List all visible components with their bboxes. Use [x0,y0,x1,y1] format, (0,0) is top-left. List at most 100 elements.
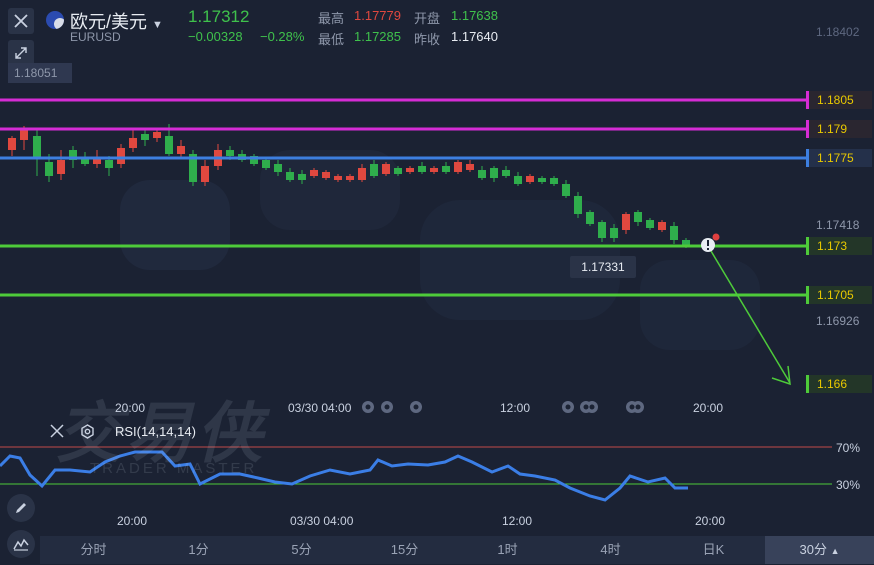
price-tag-179[interactable]: 1.179 [806,120,872,138]
time-axis-bottom-label: 20:00 [117,514,148,528]
candle-body [382,164,390,174]
candle-body [646,220,654,228]
candle-body [129,138,137,148]
candle-body [526,176,534,182]
last-price-tooltip: 1.17331 [570,256,636,278]
alert-badge-dot [712,233,720,241]
candle-body [562,184,570,196]
rsi-upper-label: 70% [836,441,861,455]
time-axis-bottom-label: 12:00 [502,514,533,528]
candle-body [394,168,402,174]
time-axis-top-label: 20:00 [693,401,724,415]
candle-body [334,176,342,180]
candle-body [418,166,426,172]
close-button[interactable] [8,8,34,34]
candle-body [430,168,438,172]
timeframe-tab[interactable]: 5分 [250,536,353,564]
timeframe-tab[interactable]: 4时 [559,536,662,564]
time-axis-bottom-label: 03/30 04:00 [290,514,354,528]
flag-icon [46,11,64,29]
timeframe-tab[interactable]: 分时 [40,536,147,564]
candle-body [406,168,414,172]
price-tag-166[interactable]: 1.166 [806,375,872,393]
prev-close-label: 昨收 [414,32,441,47]
candle-body [45,162,53,176]
pair-name: 欧元/美元 [70,12,148,32]
candle-body [117,148,125,164]
last-price: 1.17312 [188,7,250,26]
candle-body [490,168,498,178]
price-axis-mid-2: 1.16926 [816,314,860,328]
price-change-pct: −0.28% [260,29,305,44]
close-icon [14,14,28,28]
price-tag-173[interactable]: 1.173 [806,237,872,255]
candle-body [370,164,378,176]
price-axis-mid-1: 1.17418 [816,218,860,232]
candle-body [550,178,558,184]
low-value: 1.17285 [354,29,401,44]
candle-body [478,170,486,178]
high-label: 最高 [318,11,345,26]
draw-tool-button[interactable] [7,494,35,522]
candle-body [141,134,149,140]
crosshair-price-tag: 1.18051 [8,63,72,83]
candle-body [670,226,678,240]
candle-body [658,222,666,230]
timeframe-bar: 分时 1分 5分 15分 1时 4时 日K 30分 ▲ [40,536,874,564]
timeframe-tab[interactable]: 15分 [353,536,456,564]
chevron-up-icon: ▲ [830,546,840,556]
candle-body [514,176,522,184]
time-axis-bottom-label: 20:00 [695,514,726,528]
candle-body [442,166,450,172]
candle-body [634,212,642,222]
candle-body [622,214,630,230]
high-value: 1.17779 [354,8,401,23]
prev-close-value: 1.17640 [451,29,498,44]
candle-body [20,130,28,140]
price-tag-1805[interactable]: 1.1805 [806,91,872,109]
candle-body [33,136,41,158]
candle-body [346,176,354,180]
time-axis-top-label: 03/30 04:00 [288,401,352,415]
watermark-subtitle: TRADER MASTER [90,460,258,477]
candle-body [574,196,582,214]
candle-body [165,136,173,154]
price-tag-1705[interactable]: 1.1705 [806,286,872,304]
timeframe-tab[interactable]: 日K [662,536,765,564]
indicator-tool-button[interactable] [7,530,35,558]
timeframe-tab[interactable]: 1分 [147,536,250,564]
time-axis-top-label: 20:00 [115,401,146,415]
rsi-close-icon[interactable] [50,424,64,438]
candle-body [274,164,282,172]
candle-body [322,172,330,178]
candle-body [466,164,474,170]
rsi-title: RSI(14,14,14) [115,424,196,439]
price-tag-1775[interactable]: 1.1775 [806,149,872,167]
candle-body [105,160,113,168]
candle-body [286,172,294,180]
symbol-code: EURUSD [70,30,121,44]
chart-canvas[interactable] [0,0,874,564]
candle-body [153,132,161,138]
open-label: 开盘 [414,11,441,26]
candle-body [454,162,462,172]
candle-body [586,212,594,224]
alert-mark-dot [707,248,709,250]
timeframe-tab[interactable]: 1时 [456,536,559,564]
candle-body [598,222,606,238]
low-label: 最低 [318,32,345,47]
candle-body [57,160,65,174]
chevron-down-icon: ▼ [152,19,163,31]
open-value: 1.17638 [451,8,498,23]
candle-body [502,170,510,176]
timeframe-tab-active[interactable]: 30分 ▲ [765,536,874,564]
candle-body [310,170,318,176]
alert-mark-bar [707,240,709,246]
price-change: −0.00328 [188,29,243,44]
candle-body [262,160,270,168]
candle-body [177,146,185,154]
rsi-settings-icon[interactable] [80,424,95,439]
candle-body [538,178,546,182]
candle-body [610,228,618,238]
candle-body [201,166,209,182]
